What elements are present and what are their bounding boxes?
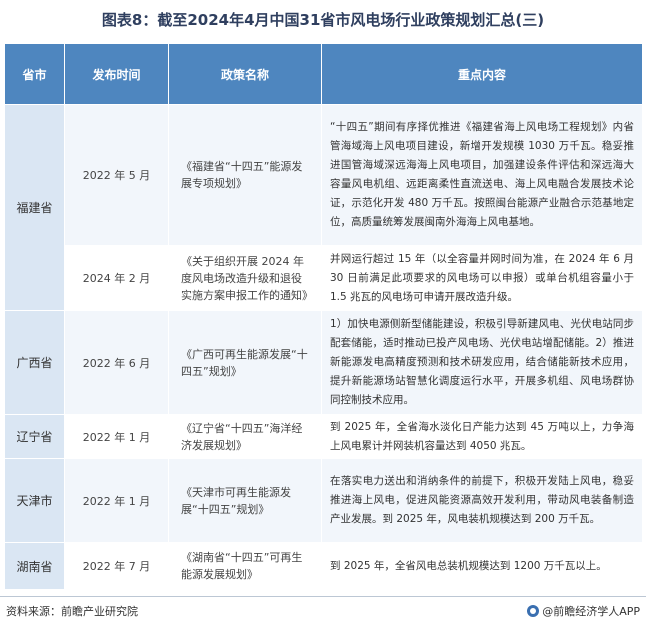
policy-name-cell: 《关于组织开展 2024 年度风电场改造升级和退役实施方案申报工作的通知》 bbox=[168, 245, 322, 311]
content-cell: 1）加快电源侧新型储能建设，积极引导新建风电、光伏电站同步配套储能，适时推动已投… bbox=[321, 310, 643, 415]
policy-name-cell: 《福建省“十四五”能源发展专项规划》 bbox=[168, 104, 322, 246]
brand-logo-icon bbox=[527, 605, 540, 617]
policy-name-cell: 《广西可再生能源发展“十四五”规划》 bbox=[168, 310, 322, 415]
date-cell: 2024 年 2 月 bbox=[64, 245, 169, 311]
column-header-policy-name: 政策名称 bbox=[168, 43, 322, 105]
province-cell: 天津市 bbox=[4, 458, 65, 543]
column-header-province: 省市 bbox=[4, 43, 65, 105]
table-row: 辽宁省 2022 年 1 月 《辽宁省“十四五”海洋经济发展规划》 到 2025… bbox=[4, 414, 643, 459]
date-cell: 2022 年 7 月 bbox=[64, 542, 169, 590]
table-row: 广西省 2022 年 6 月 《广西可再生能源发展“十四五”规划》 1）加快电源… bbox=[4, 310, 643, 415]
policy-table: 省市 发布时间 政策名称 重点内容 福建省 2022 年 5 月 《福建省“十四… bbox=[4, 43, 643, 590]
policy-name-cell: 《天津市可再生能源发展“十四五”规划》 bbox=[168, 458, 322, 543]
date-cell: 2022 年 1 月 bbox=[64, 414, 169, 459]
table-header-row: 省市 发布时间 政策名称 重点内容 bbox=[4, 43, 643, 105]
date-cell: 2022 年 5 月 bbox=[64, 104, 169, 246]
table-row: 湖南省 2022 年 7 月 《湖南省“十四五”可再生能源发展规划》 到 202… bbox=[4, 542, 643, 590]
page-title: 图表8：截至2024年4月中国31省市风电场行业政策规划汇总(三) bbox=[101, 11, 545, 29]
content-cell: 到 2025 年，全省海水淡化日产能力达到 45 万吨以上，力争海上风电累计并网… bbox=[321, 414, 643, 459]
province-cell: 广西省 bbox=[4, 310, 65, 415]
policy-name-cell: 《湖南省“十四五”可再生能源发展规划》 bbox=[168, 542, 322, 590]
brand-text: @前瞻经济学人APP bbox=[542, 605, 640, 618]
column-header-date: 发布时间 bbox=[64, 43, 169, 105]
column-header-key-content: 重点内容 bbox=[321, 43, 643, 105]
province-cell: 福建省 bbox=[4, 104, 65, 311]
policy-name-cell: 《辽宁省“十四五”海洋经济发展规划》 bbox=[168, 414, 322, 459]
source-note: 资料来源：前瞻产业研究院 bbox=[6, 605, 138, 618]
province-cell: 辽宁省 bbox=[4, 414, 65, 459]
table-row: 天津市 2022 年 1 月 《天津市可再生能源发展“十四五”规划》 在落实电力… bbox=[4, 458, 643, 543]
footer: 资料来源：前瞻产业研究院 @前瞻经济学人APP bbox=[0, 596, 646, 625]
date-cell: 2022 年 6 月 bbox=[64, 310, 169, 415]
table-row: 福建省 2022 年 5 月 《福建省“十四五”能源发展专项规划》 “十四五”期… bbox=[4, 104, 643, 311]
content-cell: 并网运行超过 15 年（以全容量并网时间为准，在 2024 年 6 月 30 日… bbox=[321, 245, 643, 311]
content-cell: 到 2025 年，全省风电总装机规模达到 1200 万千瓦以上。 bbox=[321, 542, 643, 590]
date-cell: 2022 年 1 月 bbox=[64, 458, 169, 543]
table-row: 2024 年 2 月 《关于组织开展 2024 年度风电场改造升级和退役实施方案… bbox=[5, 245, 643, 311]
content-cell: “十四五”期间有序择优推进《福建省海上风电场工程规划》内省管海域海上风电项目建设… bbox=[321, 104, 643, 246]
content-cell: 在落实电力送出和消纳条件的前提下，积极开发陆上风电，稳妥推进海上风电，促进风能资… bbox=[321, 458, 643, 543]
province-cell: 湖南省 bbox=[4, 542, 65, 590]
brand-credit: @前瞻经济学人APP bbox=[527, 603, 640, 619]
